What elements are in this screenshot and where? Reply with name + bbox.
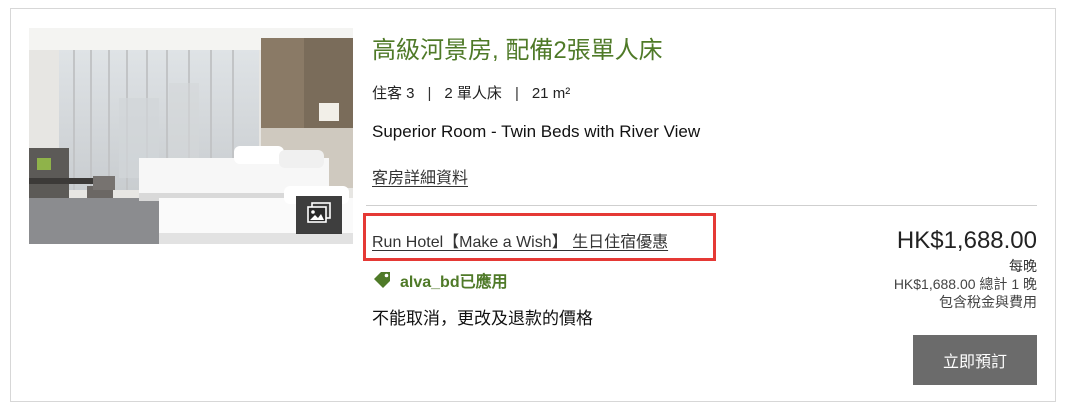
promo-code-applied: alva_bd已應用 xyxy=(372,268,508,292)
image-gallery-icon xyxy=(307,201,331,229)
divider xyxy=(366,205,1037,206)
meta-separator: | xyxy=(427,85,432,102)
cancellation-policy: 不能取消，更改及退款的價格 xyxy=(372,309,593,328)
rate-name-link[interactable]: Run Hotel【Make a Wish】 生日住宿優惠 xyxy=(372,228,668,252)
guest-count: 住客 3 xyxy=(372,85,415,102)
room-meta: 住客 3 | 2 單人床 | 21 m² xyxy=(372,82,570,103)
promo-code-text: alva_bd已應用 xyxy=(400,274,508,291)
gallery-button[interactable] xyxy=(296,196,342,234)
room-name-english: Superior Room - Twin Beds with River Vie… xyxy=(372,122,701,141)
meta-separator: | xyxy=(514,85,519,102)
tax-note: 包含稅金與費用 xyxy=(939,294,1037,310)
price-tag-icon xyxy=(372,271,392,289)
price-block: HK$1,688.00 每晚 HK$1,688.00 總計 1 晚 包含稅金與費… xyxy=(894,226,1037,311)
book-now-button[interactable]: 立即預訂 xyxy=(913,335,1037,385)
price-amount: HK$1,688.00 xyxy=(896,227,1037,254)
bed-count: 2 單人床 xyxy=(444,85,502,102)
room-details-link[interactable]: 客房詳細資料 xyxy=(372,164,468,188)
price-total: HK$1,688.00 總計 1 晚 xyxy=(893,276,1037,292)
room-title: 高級河景房, 配備2張單人床 xyxy=(372,37,663,64)
price-per-night-label: 每晚 xyxy=(1009,258,1037,274)
room-size: 21 m² xyxy=(531,85,571,102)
